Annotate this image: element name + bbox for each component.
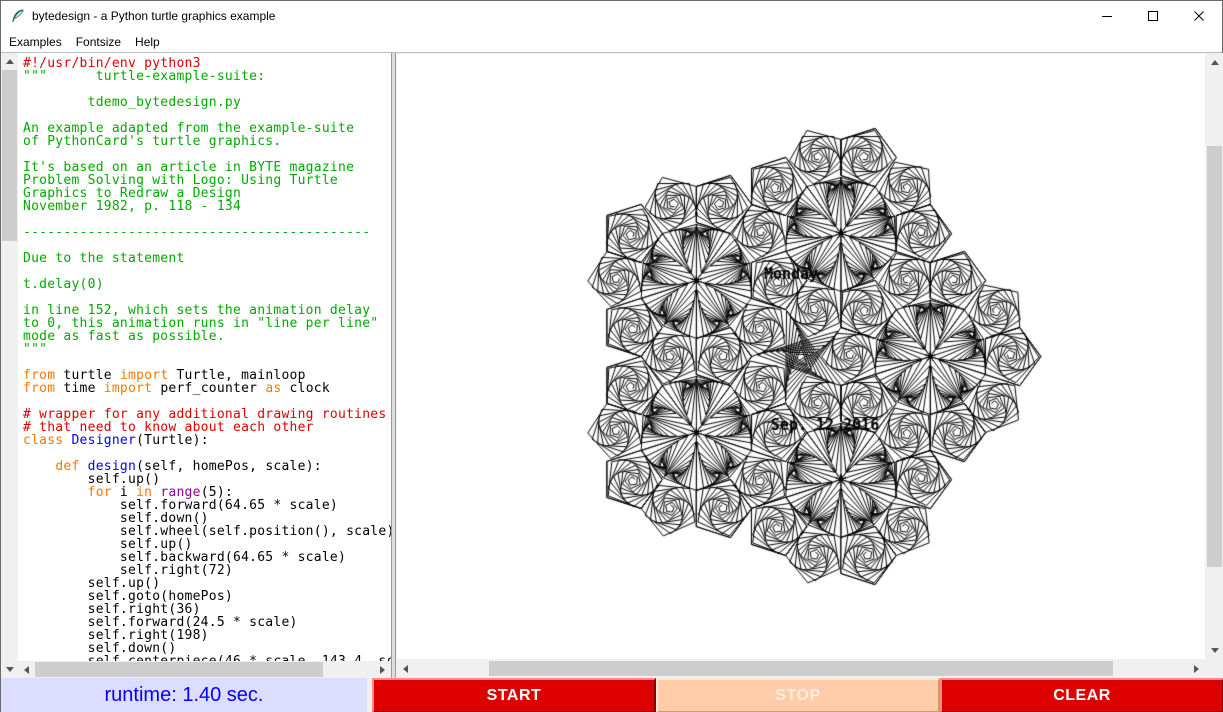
code-line: ----------------------------------------…: [23, 226, 391, 239]
main-area: #!/usr/bin/env python3""" turtle-example…: [1, 53, 1223, 678]
scrollbar-thumb[interactable]: [2, 70, 17, 241]
scroll-up-icon[interactable]: [1, 53, 18, 70]
canvas-horizontal-scrollbar[interactable]: [397, 660, 1205, 677]
code-line: Due to the statement: [23, 252, 391, 265]
stop-button[interactable]: STOP: [656, 678, 940, 712]
scrollbar-thumb[interactable]: [1207, 146, 1222, 566]
clear-button[interactable]: CLEAR: [940, 678, 1223, 712]
status-bar: runtime: 1.40 sec. START STOP CLEAR: [1, 678, 1223, 712]
code-vertical-scrollbar[interactable]: [1, 53, 18, 678]
maximize-icon: [1148, 11, 1158, 21]
scroll-down-icon[interactable]: [1206, 642, 1223, 659]
code-line: """ turtle-example-suite:: [23, 70, 391, 83]
minimize-button[interactable]: [1084, 1, 1130, 31]
app-icon: [10, 8, 26, 24]
code-line: from time import perf_counter as clock: [23, 382, 391, 395]
code-line: tdemo_bytedesign.py: [23, 96, 391, 109]
canvas-vertical-scrollbar[interactable]: [1206, 54, 1223, 659]
menu-examples[interactable]: Examples: [2, 31, 69, 52]
minimize-icon: [1102, 11, 1112, 21]
code-editor[interactable]: #!/usr/bin/env python3""" turtle-example…: [18, 53, 391, 661]
scroll-up-icon[interactable]: [1206, 54, 1223, 71]
window-controls: [1084, 1, 1222, 31]
app-window: bytedesign - a Python turtle graphics ex…: [0, 0, 1223, 712]
menu-fontsize[interactable]: Fontsize: [69, 31, 128, 52]
code-horizontal-scrollbar[interactable]: [18, 661, 391, 678]
turtle-canvas[interactable]: [397, 54, 1205, 659]
close-icon: [1194, 11, 1204, 21]
code-pane: #!/usr/bin/env python3""" turtle-example…: [1, 53, 391, 678]
title-bar[interactable]: bytedesign - a Python turtle graphics ex…: [1, 1, 1222, 31]
runtime-label: runtime: 1.40 sec.: [1, 678, 367, 712]
code-line: """: [23, 343, 391, 356]
menu-help[interactable]: Help: [128, 31, 167, 52]
start-button[interactable]: START: [372, 678, 656, 712]
code-line: t.delay(0): [23, 278, 391, 291]
scrollbar-corner: [1206, 660, 1223, 677]
code-line: mode as fast as possible.: [23, 330, 391, 343]
close-button[interactable]: [1176, 1, 1222, 31]
scroll-left-icon[interactable]: [397, 660, 414, 677]
menu-bar: Examples Fontsize Help: [1, 31, 1222, 53]
code-line: of PythonCard's turtle graphics.: [23, 135, 391, 148]
window-title: bytedesign - a Python turtle graphics ex…: [32, 9, 275, 23]
scroll-left-icon[interactable]: [18, 661, 35, 678]
scrollbar-thumb[interactable]: [35, 662, 323, 677]
code-line: November 1982, p. 118 - 134: [23, 200, 391, 213]
scrollbar-thumb[interactable]: [489, 661, 1113, 676]
scroll-right-icon[interactable]: [1188, 660, 1205, 677]
canvas-area: [397, 54, 1205, 659]
code-line: class Designer(Turtle):: [23, 434, 391, 447]
maximize-button[interactable]: [1130, 1, 1176, 31]
scroll-right-icon[interactable]: [374, 661, 391, 678]
canvas-pane: [396, 53, 1223, 678]
scroll-down-icon[interactable]: [1, 661, 18, 678]
